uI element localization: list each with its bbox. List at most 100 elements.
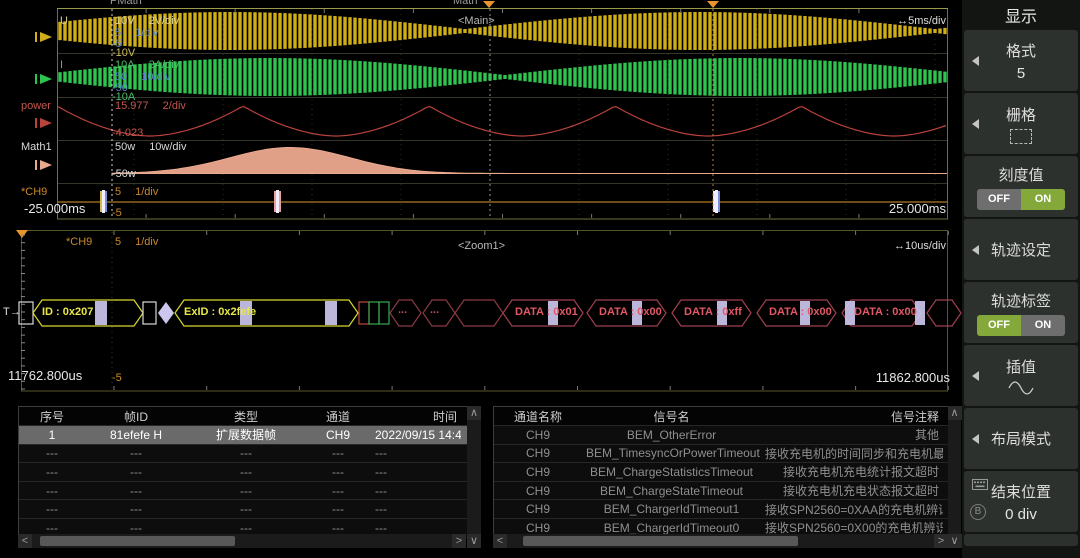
- table-cell: ---: [46, 520, 58, 535]
- ch-math1-scale: 50w 10w/div: [115, 141, 187, 153]
- trace-label-toggle[interactable]: OFF ON: [977, 314, 1065, 336]
- decode-data-3: DATA : 0x00: [769, 306, 832, 318]
- oscilloscope-screen: PMath Math <Main> ↔5ms/div U 10V 2V/div 5…: [0, 0, 1080, 558]
- hscroll-thumb[interactable]: [523, 536, 798, 546]
- scale-value-toggle[interactable]: OFF ON: [977, 188, 1065, 210]
- format-label: 格式: [1005, 42, 1036, 60]
- scroll-down-icon[interactable]: ∨: [467, 534, 481, 548]
- table-cell: CH9: [525, 520, 550, 535]
- scroll-left-icon[interactable]: <: [18, 534, 32, 548]
- decode-data-0: DATA : 0x01: [515, 306, 578, 318]
- left-arrow-icon: [972, 118, 979, 129]
- frame-table-row[interactable]: --- --- --- --- ---: [19, 463, 467, 482]
- scroll-down-icon[interactable]: ∨: [947, 534, 962, 548]
- toggle-off[interactable]: OFF: [977, 314, 1021, 336]
- ch-power-name: power: [21, 100, 51, 112]
- trace-label-pmath: PMath: [110, 0, 142, 7]
- frame-table-hscrollbar[interactable]: < >: [18, 534, 466, 548]
- table-cell: ---: [240, 520, 252, 535]
- signal-table-row[interactable]: CH9 BEM_ChargerIdTimeout1 接收SPN2560=0XAA的充…: [494, 500, 949, 519]
- scroll-up-icon[interactable]: ∧: [947, 406, 962, 420]
- interpolation-button[interactable]: 插值: [964, 345, 1078, 406]
- signal-table-row[interactable]: CH9 BEM_OtherError 其他: [494, 426, 949, 445]
- table-cell: 1: [48, 427, 56, 442]
- frame-table-row[interactable]: 1 81efefe H 扩展数据帧 CH9 2022/09/15 14:47:: [19, 426, 467, 445]
- table-cell: ---: [130, 446, 142, 461]
- scale-value-button[interactable]: 刻度值 OFF ON: [964, 156, 1078, 217]
- decode-dots1: ...: [398, 304, 408, 316]
- frame-table-row[interactable]: --- --- --- --- ---: [19, 500, 467, 519]
- frame-table-header-row: 序号 帧ID 类型 通道 时间: [19, 407, 467, 426]
- trace-setting-button[interactable]: 轨迹设定: [964, 219, 1078, 280]
- column-header: 通道: [325, 409, 350, 424]
- table-cell: ---: [130, 483, 142, 498]
- table-cell: CH9: [525, 502, 550, 517]
- table-cell: 接收充电机的时间同步和充电机最大输出: [765, 446, 943, 461]
- layout-mode-button[interactable]: 布局模式: [964, 408, 1078, 469]
- table-cell: 81efefe H: [109, 427, 163, 442]
- signal-table-row[interactable]: CH9 BEM_TimesyncOrPowerTimeout 接收充电机的时间同步和…: [494, 444, 949, 464]
- frame-table: 序号 帧ID 类型 通道 时间 1 81efefe H 扩展数据帧 CH9 2022/09/15 …: [18, 406, 468, 538]
- frame-table-row[interactable]: --- --- --- --- ---: [19, 481, 467, 501]
- grid-label: 栅格: [1005, 106, 1036, 124]
- end-position-button[interactable]: B 结束位置 0 div: [964, 471, 1078, 532]
- decode-data-2: DATA : 0xff: [684, 306, 742, 318]
- main-timebase: ↔5ms/div: [897, 15, 946, 27]
- table-cell: 接收充电机充电状态报文超时: [782, 484, 939, 499]
- ch-math1-name: Math1: [21, 141, 52, 153]
- frame-table-vscrollbar[interactable]: ∧ ∨: [467, 406, 481, 548]
- zoom-channel-name: *CH9: [66, 236, 93, 248]
- table-cell: CH9: [525, 464, 550, 479]
- decode-id-field: ID : 0x207: [42, 306, 94, 318]
- signal-table-row[interactable]: CH9 BEM_ChargeStatisticsTimeout 接收充电机充电统计报…: [494, 463, 949, 482]
- interpolation-label: 插值: [1005, 359, 1036, 376]
- table-cell: ---: [240, 464, 252, 479]
- zoom-scale-min: -5: [112, 372, 122, 384]
- table-cell: ---: [130, 520, 142, 535]
- table-cell: ---: [375, 446, 387, 461]
- hscroll-thumb[interactable]: [40, 536, 235, 546]
- frame-table-row[interactable]: --- --- --- --- ---: [19, 444, 467, 464]
- decode-data-4: DATA : 0x00: [854, 306, 917, 318]
- table-cell: BEM_ChargeStatisticsTimeout: [590, 464, 753, 479]
- table-cell: ---: [375, 502, 387, 517]
- table-cell: ---: [130, 464, 142, 479]
- main-time-right: 25.000ms: [888, 201, 946, 216]
- table-cell: ---: [332, 464, 344, 479]
- table-cell: BEM_ChargerIdTimeout1: [603, 502, 740, 517]
- sine-wave-icon: [1008, 381, 1034, 395]
- signal-table-row[interactable]: CH9 BEM_ChargeStateTimeout 接收充电机充电状态报文超时: [494, 481, 949, 501]
- menu-sidebar: 显示 格式 5 栅格 刻度值 OFF ON 轨迹设定 轨迹标签 OFF ON 插…: [962, 0, 1080, 558]
- table-cell: ---: [375, 483, 387, 498]
- main-time-left: -25.000ms: [24, 201, 86, 216]
- ch-power-scale-min: -4.023: [112, 127, 144, 139]
- table-cell: 其他: [914, 428, 939, 443]
- scroll-up-icon[interactable]: ∧: [467, 406, 481, 420]
- format-button[interactable]: 格式 5: [964, 30, 1078, 91]
- ch-math1-scale-min: -50w: [112, 168, 136, 180]
- decode-exid-field: ExID : 0x2fefe: [184, 306, 257, 318]
- left-arrow-icon: [972, 370, 979, 381]
- left-arrow-icon: [972, 244, 979, 255]
- scroll-right-icon[interactable]: >: [452, 534, 466, 548]
- toggle-off[interactable]: OFF: [977, 188, 1021, 210]
- column-header: 序号: [39, 409, 64, 424]
- column-header: 时间: [432, 409, 457, 424]
- ch9-scale-min: -5: [112, 207, 122, 219]
- toggle-on[interactable]: ON: [1021, 314, 1065, 336]
- signal-table: 通道名称 信号名 信号注释 CH9 BEM_OtherError 其他 CH9 BEM_Tim…: [493, 406, 950, 538]
- table-cell: ---: [46, 446, 58, 461]
- scroll-left-icon[interactable]: <: [493, 534, 507, 548]
- toggle-on[interactable]: ON: [1021, 188, 1065, 210]
- zoom-time-right: 11862.800us: [875, 370, 950, 385]
- signal-table-vscrollbar[interactable]: ∧ ∨: [947, 406, 962, 548]
- grid-button[interactable]: 栅格: [964, 93, 1078, 154]
- table-cell: ---: [130, 502, 142, 517]
- signal-table-hscrollbar[interactable]: < >: [493, 534, 948, 548]
- scroll-right-icon[interactable]: >: [934, 534, 948, 548]
- table-cell: CH9: [525, 427, 550, 442]
- table-cell: ---: [46, 502, 58, 517]
- trace-label-button[interactable]: 轨迹标签 OFF ON: [964, 282, 1078, 343]
- partial-button[interactable]: [964, 534, 1078, 546]
- ch-u-scale: 10V 2V/div: [115, 15, 180, 27]
